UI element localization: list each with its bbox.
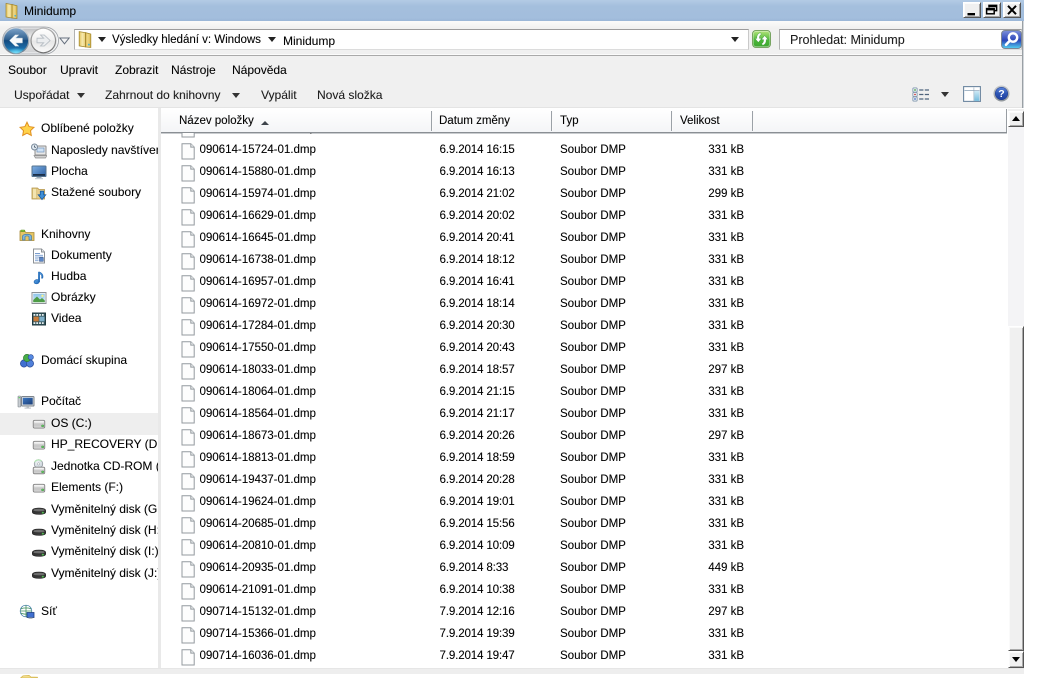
- svg-text:?: ?: [998, 88, 1004, 100]
